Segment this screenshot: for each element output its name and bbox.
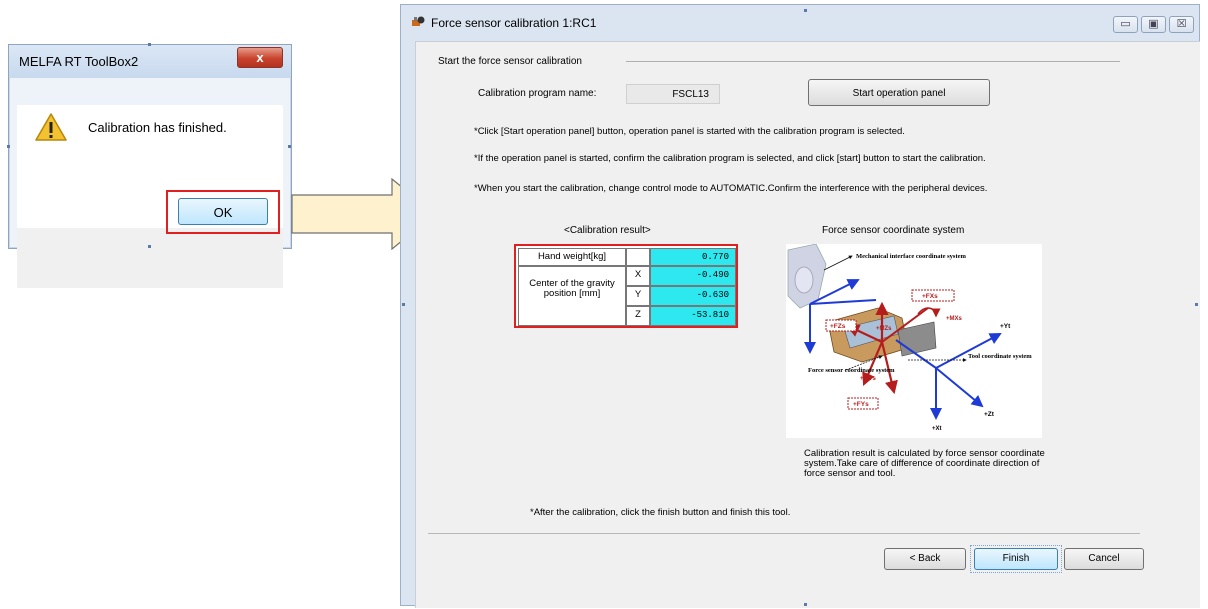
z-axis-label: Z bbox=[626, 306, 650, 326]
mechanical-interface-label: Mechanical interface coordinate system bbox=[856, 253, 967, 260]
message-box-titlebar: MELFA RT ToolBox2 x bbox=[9, 45, 291, 78]
x-axis-label: X bbox=[626, 266, 650, 286]
resize-handle[interactable] bbox=[148, 245, 151, 248]
program-name-label: Calibration program name: bbox=[478, 88, 597, 99]
calibration-note: Calibration result is calculated by forc… bbox=[804, 448, 1045, 479]
center-of-gravity-label: Center of the gravity position [mm] bbox=[518, 266, 626, 326]
bottom-divider bbox=[428, 533, 1140, 534]
section-title: Start the force sensor calibration bbox=[438, 56, 582, 67]
empty-cell bbox=[626, 248, 650, 266]
cancel-button[interactable]: Cancel bbox=[1064, 548, 1144, 570]
section-divider bbox=[626, 61, 1120, 62]
instruction-note: *Click [Start operation panel] button, o… bbox=[474, 126, 905, 137]
instruction-note: *If the operation panel is started, conf… bbox=[474, 153, 986, 164]
force-sensor-coordinate-label: Force sensor coordinate system bbox=[808, 367, 895, 374]
hand-weight-label: Hand weight[kg] bbox=[518, 248, 626, 266]
resize-handle[interactable] bbox=[1195, 303, 1198, 306]
fzs-label: +FZs bbox=[830, 323, 846, 330]
message-box-footer bbox=[17, 228, 283, 288]
resize-handle[interactable] bbox=[148, 43, 151, 46]
coordinate-system-title: Force sensor coordinate system bbox=[822, 225, 965, 236]
start-operation-panel-button[interactable]: Start operation panel bbox=[808, 79, 990, 106]
fxs-label: +FXs bbox=[922, 293, 938, 300]
calibration-result-title: <Calibration result> bbox=[564, 225, 651, 236]
maximize-button[interactable]: ▣ bbox=[1141, 16, 1166, 33]
app-icon bbox=[412, 16, 425, 26]
message-text: Calibration has finished. bbox=[88, 120, 227, 135]
z-value: -53.810 bbox=[650, 306, 736, 326]
warning-icon bbox=[35, 113, 67, 141]
program-name-field: FSCL13 bbox=[626, 84, 720, 104]
x-value: -0.490 bbox=[650, 266, 736, 286]
mxs-label: +MXs bbox=[946, 316, 963, 322]
resize-handle[interactable] bbox=[402, 303, 405, 306]
yt-label: +Yt bbox=[1000, 323, 1011, 330]
y-value: -0.630 bbox=[650, 286, 736, 306]
message-box-title: MELFA RT ToolBox2 bbox=[19, 54, 139, 69]
minimize-button[interactable]: ▭ bbox=[1113, 16, 1138, 33]
hand-weight-value: 0.770 bbox=[650, 248, 736, 266]
window-close-button[interactable]: ☒ bbox=[1169, 16, 1194, 33]
mys-label: +MYs bbox=[860, 376, 877, 382]
mzs-label: +MZs bbox=[876, 326, 892, 332]
resize-handle[interactable] bbox=[7, 145, 10, 148]
fys-label: +FYs bbox=[853, 401, 869, 408]
finish-button[interactable]: Finish bbox=[974, 548, 1058, 570]
back-button[interactable]: < Back bbox=[884, 548, 966, 570]
window-title: Force sensor calibration 1:RC1 bbox=[431, 16, 597, 30]
ok-button[interactable]: OK bbox=[178, 198, 268, 225]
force-sensor-coordinate-diagram: Mechanical interface coordinate system +… bbox=[786, 244, 1042, 438]
zt-label: +Zt bbox=[984, 411, 995, 418]
resize-handle[interactable] bbox=[288, 145, 291, 148]
calibration-result-table: Hand weight[kg] 0.770 Center of the grav… bbox=[514, 244, 738, 328]
window-titlebar: Force sensor calibration 1:RC1 ▭ ▣ ☒ bbox=[401, 5, 1199, 37]
resize-handle[interactable] bbox=[804, 9, 807, 12]
tool-coordinate-label: Tool coordinate system bbox=[968, 353, 1032, 360]
message-box-close-button[interactable]: x bbox=[237, 47, 283, 68]
xt-label: +Xt bbox=[932, 426, 942, 432]
y-axis-label: Y bbox=[626, 286, 650, 306]
after-calibration-note: *After the calibration, click the finish… bbox=[530, 507, 791, 518]
resize-handle[interactable] bbox=[804, 603, 807, 606]
instruction-note: *When you start the calibration, change … bbox=[474, 183, 988, 194]
